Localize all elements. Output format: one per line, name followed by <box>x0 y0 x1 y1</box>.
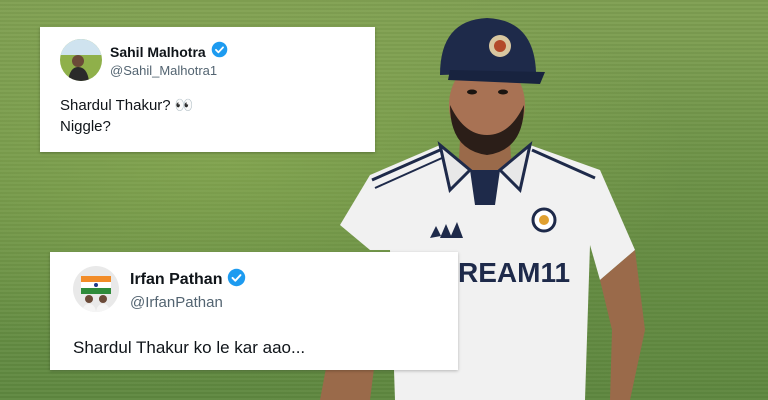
author-name[interactable]: Irfan Pathan <box>130 271 222 289</box>
author-handle[interactable]: @Sahil_Malhotra1 <box>110 63 217 78</box>
verified-badge-icon <box>227 268 246 292</box>
avatar[interactable] <box>60 39 102 81</box>
tweet-text: Shardul Thakur ko le kar aao... <box>73 336 305 360</box>
tweet-card[interactable]: Irfan Pathan @IrfanPathan Shardul Thakur… <box>50 252 458 370</box>
tweet-line: Shardul Thakur? 👀 <box>60 97 194 114</box>
tweet-line: Shardul Thakur ko le kar aao... <box>73 338 306 357</box>
author-row: Sahil Malhotra <box>110 41 228 63</box>
avatar[interactable] <box>73 266 119 312</box>
jersey-sponsor-text: REAM11 <box>458 257 570 288</box>
tweet-card[interactable]: Sahil Malhotra @Sahil_Malhotra1 Shardul … <box>40 27 375 152</box>
author-name[interactable]: Sahil Malhotra <box>110 44 206 60</box>
author-row: Irfan Pathan <box>130 268 246 292</box>
tweet-line: Niggle? <box>60 118 111 135</box>
author-handle[interactable]: @IrfanPathan <box>130 294 223 311</box>
verified-badge-icon <box>211 41 228 63</box>
cricket-field-background: REAM11 Sahil Malhotra @Sahil_Malhotra1 S… <box>0 0 768 400</box>
tweet-text: Shardul Thakur? 👀 Niggle? <box>60 95 193 137</box>
